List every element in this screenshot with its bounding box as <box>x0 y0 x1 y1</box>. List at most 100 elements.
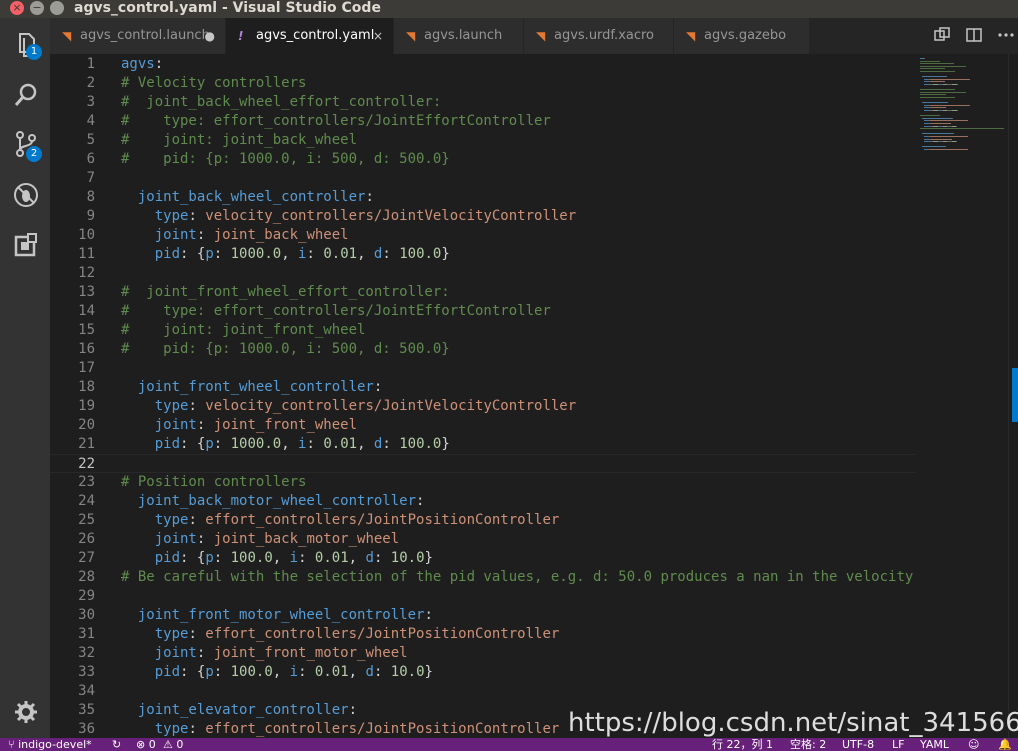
line-number: 32 <box>78 645 95 661</box>
minimap-mark <box>920 91 966 93</box>
line-code: joint_back_motor_wheel_controller: <box>137 493 425 509</box>
line-number: 19 <box>78 398 95 414</box>
minimap-mark <box>957 84 958 85</box>
search-icon[interactable] <box>12 81 40 109</box>
encoding[interactable]: UTF-8 <box>842 738 874 751</box>
line-code: pid: {p: 1000.0, i: 0.01, d: 100.0} <box>154 436 450 452</box>
code-line[interactable]: 27 pid: {p: 100.0, i: 0.01, d: 10.0} <box>50 549 916 568</box>
code-line[interactable]: 6 # pid: {p: 1000.0, i: 500, d: 500.0} <box>50 150 916 169</box>
line-code: type: effort_controllers/JointPositionCo… <box>154 721 560 737</box>
notification-bell-icon[interactable]: 🔔 <box>998 738 1012 751</box>
minimap-mark <box>922 102 947 104</box>
code-line[interactable]: 23 # Position controllers <box>50 473 916 492</box>
code-line[interactable]: 22 <box>50 454 916 473</box>
line-number: 29 <box>78 588 95 604</box>
gear-icon[interactable] <box>12 698 40 726</box>
line-number: 5 <box>86 132 95 148</box>
line-number: 1 <box>86 56 95 72</box>
window-minimize-button[interactable]: − <box>30 1 44 15</box>
code-line[interactable]: 25 type: effort_controllers/JointPositio… <box>50 511 916 530</box>
code-line[interactable]: 31 type: effort_controllers/JointPositio… <box>50 625 916 644</box>
line-number: 34 <box>78 683 95 699</box>
code-line[interactable]: 34 <box>50 682 916 701</box>
minimap-mark <box>945 146 946 148</box>
code-editor[interactable]: 1 agvs: 2 # Velocity controllers 3 # joint_ba… <box>50 54 1018 738</box>
line-number: 28 <box>78 569 95 585</box>
debug-icon[interactable] <box>12 181 40 209</box>
code-line[interactable]: 1 agvs: <box>50 55 916 74</box>
line-code: # pid: {p: 1000.0, i: 500, d: 500.0} <box>121 341 450 357</box>
cursor-position[interactable]: 行 22，列 1 <box>712 738 773 751</box>
tab-agvs-control-launch[interactable]: ◥ agvs_control.launch ● <box>50 18 226 54</box>
warnings-count[interactable]: ⚠ 0 <box>163 738 183 751</box>
minimap[interactable] <box>916 54 1008 738</box>
line-number: 36 <box>78 721 95 737</box>
line-number: 7 <box>86 170 95 186</box>
code-line[interactable]: 14 # type: effort_controllers/JointEffort… <box>50 302 916 321</box>
line-code: # Position controllers <box>121 474 307 490</box>
code-line[interactable]: 21 pid: {p: 1000.0, i: 0.01, d: 100.0} <box>50 435 916 454</box>
code-line[interactable]: 7 <box>50 169 916 188</box>
code-line[interactable]: 28 # Be careful with the selection of the… <box>50 568 916 587</box>
tab-agvs-control-yaml[interactable]: ! agvs_control.yaml × <box>226 18 394 54</box>
tab-agvs-launch[interactable]: ◥ agvs.launch <box>394 18 524 54</box>
sync-icon[interactable]: ↻ <box>112 738 121 751</box>
tab-agvs-urdf-xacro[interactable]: ◥ agvs.urdf.xacro <box>524 18 674 54</box>
line-code: pid: {p: 100.0, i: 0.01, d: 10.0} <box>154 664 433 680</box>
rss-icon: ◥ <box>406 29 416 43</box>
minimap-mark <box>922 76 946 78</box>
tab-agvs-gazebo[interactable]: ◥ agvs.gazebo <box>674 18 810 54</box>
open-changes-icon[interactable] <box>932 26 952 46</box>
code-line[interactable]: 17 <box>50 359 916 378</box>
code-line[interactable]: 30 joint_front_motor_wheel_controller: <box>50 606 916 625</box>
minimap-mark <box>946 76 947 78</box>
minimap-mark <box>920 115 940 117</box>
feedback-smiley-icon[interactable]: ☺ <box>968 738 979 751</box>
line-code: # type: effort_controllers/JointEffortCo… <box>121 303 551 319</box>
code-line[interactable]: 24 joint_back_motor_wheel_controller: <box>50 492 916 511</box>
line-code: type: effort_controllers/JointPositionCo… <box>154 626 560 642</box>
window-close-button[interactable]: × <box>10 1 24 15</box>
modified-dot-icon[interactable]: ● <box>205 18 215 54</box>
end-of-line[interactable]: LF <box>892 738 904 751</box>
extensions-icon[interactable] <box>12 231 40 259</box>
code-line[interactable]: 4 # type: effort_controllers/JointEffortC… <box>50 112 916 131</box>
window-title: agvs_control.yaml - Visual Studio Code <box>74 0 381 16</box>
code-line[interactable]: 18 joint_front_wheel_controller: <box>50 378 916 397</box>
code-line[interactable]: 2 # Velocity controllers <box>50 74 916 93</box>
line-number: 21 <box>78 436 95 452</box>
more-actions-icon[interactable] <box>996 26 1016 46</box>
code-line[interactable]: 29 <box>50 587 916 606</box>
line-code: joint_back_wheel_controller: <box>137 189 374 205</box>
code-line[interactable]: 15 # joint: joint_front_wheel <box>50 321 916 340</box>
scrollbar-thumb[interactable] <box>1012 368 1018 422</box>
window-maximize-button[interactable] <box>50 1 64 15</box>
code-line[interactable]: 32 joint: joint_front_motor_wheel <box>50 644 916 663</box>
line-number: 30 <box>78 607 95 623</box>
code-line[interactable]: 16 # pid: {p: 1000.0, i: 500, d: 500.0} <box>50 340 916 359</box>
code-line[interactable]: 9 type: velocity_controllers/JointVeloci… <box>50 207 916 226</box>
minimap-mark <box>947 102 948 104</box>
close-icon[interactable]: × <box>373 18 383 54</box>
minimap-mark <box>930 149 968 150</box>
code-line[interactable]: 13 # joint_front_wheel_effort_controller: <box>50 283 916 302</box>
code-line[interactable]: 12 <box>50 264 916 283</box>
code-line[interactable]: 11 pid: {p: 1000.0, i: 0.01, d: 100.0} <box>50 245 916 264</box>
code-line[interactable]: 19 type: velocity_controllers/JointVeloc… <box>50 397 916 416</box>
branch-status[interactable]: ⑂ indigo-devel* <box>8 738 92 751</box>
errors-count[interactable]: ⊗ 0 <box>136 738 156 751</box>
code-line[interactable]: 33 pid: {p: 100.0, i: 0.01, d: 10.0} <box>50 663 916 682</box>
code-line[interactable]: 20 joint: joint_front_wheel <box>50 416 916 435</box>
vertical-scrollbar[interactable] <box>1008 54 1018 738</box>
line-code: type: velocity_controllers/JointVelocity… <box>154 398 577 414</box>
code-line[interactable]: 10 joint: joint_back_wheel <box>50 226 916 245</box>
code-line[interactable]: 5 # joint: joint_back_wheel <box>50 131 916 150</box>
split-editor-icon[interactable] <box>964 26 984 46</box>
indentation[interactable]: 空格: 2 <box>790 738 826 751</box>
code-line[interactable]: 3 # joint_back_wheel_effort_controller: <box>50 93 916 112</box>
code-line[interactable]: 8 joint_back_wheel_controller: <box>50 188 916 207</box>
line-number: 17 <box>78 360 95 376</box>
code-line[interactable]: 26 joint: joint_back_motor_wheel <box>50 530 916 549</box>
line-number: 27 <box>78 550 95 566</box>
language-mode[interactable]: YAML <box>920 738 949 751</box>
